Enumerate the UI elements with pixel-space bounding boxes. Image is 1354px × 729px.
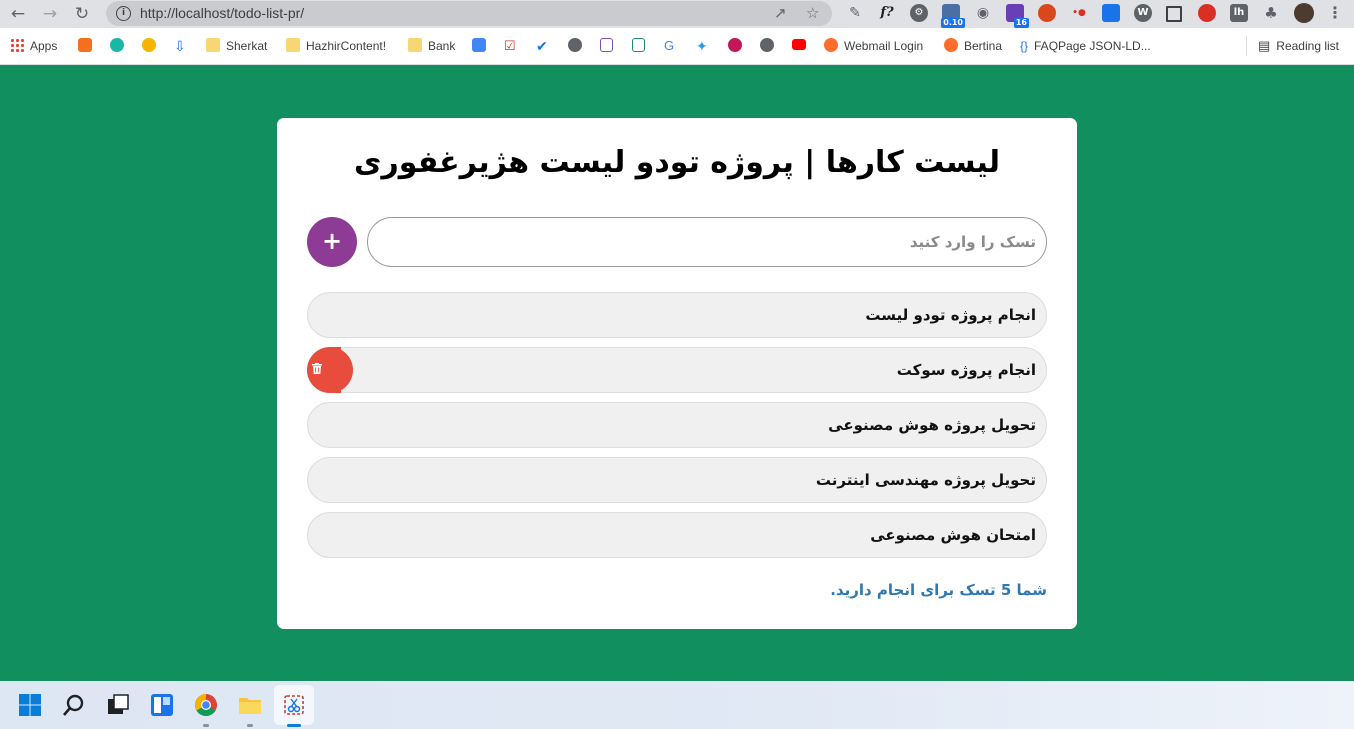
camera-extension-icon[interactable]: ◉ xyxy=(974,4,992,22)
checkbox-bookmark-icon[interactable]: ☑ xyxy=(504,37,516,55)
page-title: لیست کارها | پروژه تودو لیست هژیرغفوری xyxy=(354,145,1000,180)
reload-icon[interactable]: ↻ xyxy=(70,3,94,25)
cpanel-icon xyxy=(824,38,838,52)
bookmarks-divider xyxy=(1246,36,1247,56)
running-indicator xyxy=(247,724,253,727)
task-input[interactable] xyxy=(367,217,1047,267)
back-icon[interactable]: ← xyxy=(6,3,30,25)
bookmark-webmail-login[interactable]: Webmail Login xyxy=(824,37,923,55)
task-label: انجام پروژه تودو لیست xyxy=(865,306,1036,324)
profile-extension-icon[interactable] xyxy=(1038,4,1056,22)
reading-list-button[interactable]: ▤ Reading list xyxy=(1258,37,1339,55)
chrome-icon[interactable] xyxy=(194,693,218,717)
shield-bookmark-icon[interactable] xyxy=(632,37,651,55)
profile-avatar[interactable] xyxy=(1294,3,1314,23)
task-label: امتحان هوش مصنوعی xyxy=(870,526,1036,544)
folder-icon xyxy=(286,38,300,52)
formula-extension-icon[interactable]: f? xyxy=(878,4,896,22)
extensions-puzzle-icon[interactable]: ♣ xyxy=(1262,4,1280,22)
xampp-bookmark-icon[interactable] xyxy=(78,37,98,55)
task-item[interactable]: تحویل پروژه هوش مصنوعی xyxy=(307,402,1047,448)
site-info-icon[interactable]: i xyxy=(116,6,131,21)
bookmarks-bar: Apps ⇩ Sherkat HazhirContent! Bank ☑ ✔ G… xyxy=(0,28,1354,65)
forward-icon[interactable]: → xyxy=(38,3,62,25)
task-item[interactable]: امتحان هوش مصنوعی xyxy=(307,512,1047,558)
url-text[interactable]: http://localhost/todo-list-pr/ xyxy=(140,5,304,21)
wordpress-extension-icon[interactable]: W xyxy=(1134,4,1152,22)
folder-icon xyxy=(408,38,422,52)
lh-extension-icon[interactable]: lh xyxy=(1230,4,1248,22)
bookmark-star-icon[interactable]: ☆ xyxy=(806,4,819,22)
tracker-extension-icon[interactable]: •● xyxy=(1070,4,1088,22)
bookmark-folder-bank[interactable]: Bank xyxy=(408,37,455,55)
avatar-bookmark-icon[interactable] xyxy=(142,37,162,55)
task-item[interactable]: تحویل پروژه مهندسی اینترنت xyxy=(307,457,1047,503)
reading-list-icon: ▤ xyxy=(1258,38,1271,53)
task-item[interactable]: انجام پروژه سوکت xyxy=(307,347,1047,393)
globe-bookmark-icon[interactable] xyxy=(568,37,588,55)
screenshot-extension-icon[interactable] xyxy=(1166,6,1182,22)
translate-bookmark-icon[interactable]: G xyxy=(664,37,674,55)
purple-bookmark-icon[interactable] xyxy=(600,37,619,55)
trash-icon xyxy=(312,363,322,374)
settings-extension-icon[interactable]: ⚙ xyxy=(910,4,928,22)
bookmark-faqpage[interactable]: {} FAQPage JSON-LD... xyxy=(1020,37,1151,55)
globe-bookmark-icon[interactable] xyxy=(760,37,780,55)
eyedropper-extension-icon[interactable]: ✎ xyxy=(846,4,864,22)
check-bookmark-icon[interactable]: ✔ xyxy=(536,37,548,55)
counter-extension-icon[interactable]: 0.10 xyxy=(941,4,965,28)
calendar-bookmark-icon[interactable] xyxy=(472,37,492,55)
menu-kebab-icon[interactable]: ⋮ xyxy=(1326,4,1344,22)
tasks-count: شما 5 تسک برای انجام دارید. xyxy=(830,581,1047,599)
twitter-bookmark-icon[interactable]: ✦ xyxy=(696,37,708,55)
user-extension-icon[interactable] xyxy=(1102,4,1120,22)
task-view-icon[interactable] xyxy=(106,693,130,717)
bookmark-folder-sherkat[interactable]: Sherkat xyxy=(206,37,267,55)
active-indicator xyxy=(287,724,301,727)
address-bar[interactable]: i http://localhost/todo-list-pr/ ↗ ☆ xyxy=(106,1,832,26)
add-task-button[interactable]: + xyxy=(307,217,357,267)
windows-start-icon[interactable] xyxy=(18,693,42,717)
running-indicator xyxy=(203,724,209,727)
braces-icon: {} xyxy=(1020,39,1029,53)
bookmark-bertina[interactable]: Bertina xyxy=(944,37,1002,55)
task-label: تحویل پروژه مهندسی اینترنت xyxy=(815,471,1036,489)
youtube-bookmark-icon[interactable] xyxy=(792,37,812,55)
graduation-extension-icon[interactable]: 16 xyxy=(1006,4,1029,28)
task-label: انجام پروژه سوکت xyxy=(896,361,1036,379)
search-icon[interactable] xyxy=(62,693,86,717)
task-item[interactable]: انجام پروژه تودو لیست xyxy=(307,292,1047,338)
apps-grid-icon xyxy=(10,38,24,52)
windows-taskbar xyxy=(0,681,1354,729)
file-explorer-icon[interactable] xyxy=(238,693,262,717)
folder-icon xyxy=(206,38,220,52)
pink-bookmark-icon[interactable] xyxy=(728,37,748,55)
adblock-extension-icon[interactable] xyxy=(1198,4,1216,22)
bookmark-apps[interactable]: Apps xyxy=(10,37,57,55)
teal-bookmark-icon[interactable] xyxy=(110,37,130,55)
bookmark-folder-hazhircontent[interactable]: HazhirContent! xyxy=(286,37,386,55)
cpanel-icon xyxy=(944,38,958,52)
share-icon[interactable]: ↗ xyxy=(774,4,787,22)
snipping-tool-icon[interactable] xyxy=(282,693,306,717)
todo-card: لیست کارها | پروژه تودو لیست هژیرغفوری +… xyxy=(277,118,1077,629)
widgets-icon[interactable] xyxy=(150,693,174,717)
task-label: تحویل پروژه هوش مصنوعی xyxy=(828,416,1036,434)
download-bookmark-icon[interactable]: ⇩ xyxy=(174,37,186,55)
browser-toolbar: ← → ↻ i http://localhost/todo-list-pr/ ↗… xyxy=(0,0,1354,28)
delete-task-button[interactable] xyxy=(307,347,353,393)
